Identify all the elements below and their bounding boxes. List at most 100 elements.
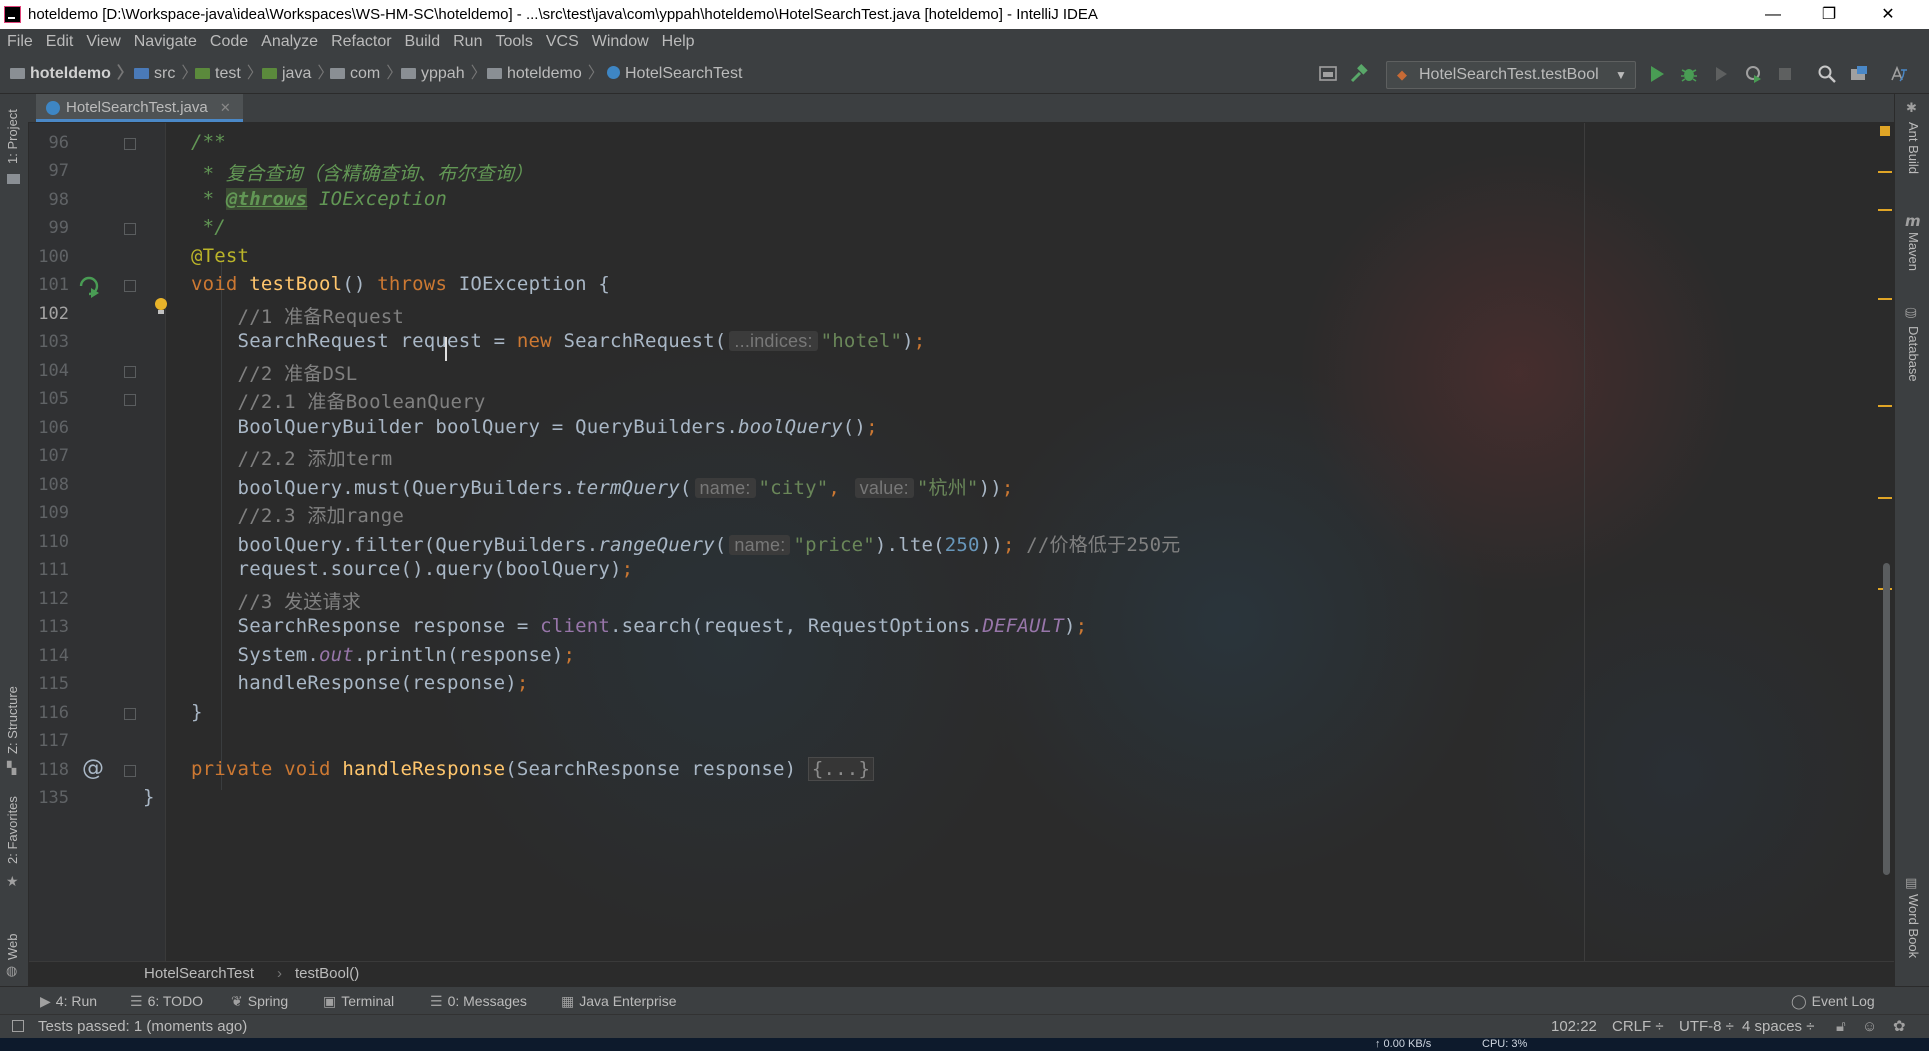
crumb-class[interactable]: HotelSearchTest bbox=[607, 55, 742, 93]
fold-marker-icon[interactable] bbox=[124, 280, 136, 292]
crumb-project[interactable]: hoteldemo 〉 bbox=[10, 55, 133, 93]
menu-file[interactable]: File bbox=[7, 29, 33, 55]
fold-marker-icon[interactable] bbox=[124, 138, 136, 150]
static-method: termQuery bbox=[575, 477, 680, 499]
crumb-test[interactable]: test 〉 bbox=[195, 55, 263, 93]
keyword: void bbox=[191, 273, 250, 295]
run-tool-button[interactable]: ▶ 4: Run bbox=[40, 987, 97, 1015]
run-with-coverage-icon[interactable] bbox=[1711, 64, 1731, 84]
indent-selector[interactable]: 4 spaces ÷ bbox=[1742, 1015, 1814, 1039]
warning-marker[interactable] bbox=[1878, 405, 1892, 407]
crumb-java[interactable]: java 〉 bbox=[262, 55, 333, 93]
menu-code[interactable]: Code bbox=[210, 29, 248, 55]
favorites-tool-tab[interactable]: 2: Favorites bbox=[5, 796, 20, 864]
fold-marker-icon[interactable] bbox=[124, 708, 136, 720]
doc-comment: */ bbox=[191, 216, 226, 238]
menu-window[interactable]: Window bbox=[592, 29, 649, 55]
debug-icon[interactable] bbox=[1679, 64, 1699, 84]
run-config-icon: ◆ bbox=[1397, 67, 1407, 82]
project-view-icon[interactable] bbox=[1849, 64, 1869, 84]
star-icon: ★ bbox=[6, 874, 19, 890]
menu-analyze[interactable]: Analyze bbox=[261, 29, 318, 55]
override-at-icon[interactable]: @ bbox=[82, 756, 104, 781]
menu-refactor[interactable]: Refactor bbox=[331, 29, 391, 55]
web-globe-icon: ◍ bbox=[6, 964, 18, 979]
run-test-gutter-icon[interactable] bbox=[77, 274, 101, 298]
fold-expand-icon[interactable] bbox=[124, 765, 136, 777]
line-number: 117 bbox=[38, 731, 69, 751]
parameter-hint: name: bbox=[694, 478, 756, 498]
inspector-icon[interactable]: ☺ bbox=[1862, 1015, 1877, 1039]
menu-run[interactable]: Run bbox=[453, 29, 482, 55]
project-tool-tab[interactable]: 1: Project bbox=[5, 109, 20, 164]
encoding-selector[interactable]: UTF-8 ÷ bbox=[1679, 1015, 1734, 1039]
vertical-scrollbar[interactable] bbox=[1883, 563, 1890, 875]
search-icon[interactable] bbox=[1817, 64, 1837, 84]
run-icon[interactable] bbox=[1647, 64, 1667, 84]
line-number: 108 bbox=[38, 475, 69, 495]
right-tool-strip: ✱ Ant Build m Maven ⛁ Database ▤ Word Bo… bbox=[1894, 94, 1929, 986]
intention-bulb-icon[interactable] bbox=[153, 297, 169, 317]
folded-region[interactable]: {...} bbox=[807, 757, 875, 781]
ant-build-tool-tab[interactable]: Ant Build bbox=[1906, 122, 1921, 174]
caret-position[interactable]: 102:22 bbox=[1551, 1015, 1597, 1039]
crumb-hoteldemo-package[interactable]: hoteldemo 〉 bbox=[487, 55, 604, 93]
run-configuration-selector[interactable]: ◆ HotelSearchTest.testBool ▼ bbox=[1386, 61, 1636, 89]
web-tool-tab[interactable]: Web bbox=[5, 934, 20, 961]
crumb-com[interactable]: com 〉 bbox=[330, 55, 402, 93]
todo-tool-button[interactable]: ☰ 6: TODO bbox=[130, 987, 203, 1015]
memory-indicator-icon[interactable]: ✿ bbox=[1893, 1015, 1906, 1039]
menu-navigate[interactable]: Navigate bbox=[134, 29, 197, 55]
project-structure-icon[interactable] bbox=[1318, 64, 1338, 84]
close-tab-icon[interactable]: ✕ bbox=[220, 100, 231, 115]
database-tool-tab[interactable]: Database bbox=[1906, 326, 1921, 382]
tab-hotelsearchtest[interactable]: HotelSearchTest.java ✕ bbox=[36, 94, 243, 122]
code-text: SearchRequest request = bbox=[191, 330, 517, 352]
stop-icon[interactable] bbox=[1775, 64, 1795, 84]
status-message[interactable]: Tests passed: 1 (moments ago) bbox=[38, 1015, 247, 1039]
fold-marker-icon[interactable] bbox=[124, 223, 136, 235]
crumb-yppah[interactable]: yppah 〉 bbox=[401, 55, 487, 93]
breadcrumb-method[interactable]: testBool() bbox=[295, 962, 359, 986]
spring-tool-button[interactable]: ❦ Spring bbox=[231, 987, 288, 1015]
build-hammer-icon[interactable] bbox=[1349, 64, 1369, 84]
warning-status-icon[interactable] bbox=[1880, 126, 1890, 136]
warning-marker[interactable] bbox=[1878, 171, 1892, 173]
menu-edit[interactable]: Edit bbox=[46, 29, 74, 55]
navigation-bar: hoteldemo 〉 src 〉 test 〉 java 〉 com 〉 yppah 〉 … bbox=[0, 55, 1929, 94]
fold-marker-icon[interactable] bbox=[124, 394, 136, 406]
menu-vcs[interactable]: VCS bbox=[546, 29, 579, 55]
event-log-button[interactable]: ◯ Event Log bbox=[1791, 987, 1875, 1015]
code-line: } bbox=[143, 786, 155, 808]
string-literal: "city" bbox=[758, 477, 829, 499]
warning-marker[interactable] bbox=[1878, 209, 1892, 211]
warning-marker[interactable] bbox=[1878, 298, 1892, 300]
maven-tool-tab[interactable]: Maven bbox=[1906, 232, 1921, 271]
menu-help[interactable]: Help bbox=[662, 29, 695, 55]
menu-view[interactable]: View bbox=[86, 29, 120, 55]
warning-marker[interactable] bbox=[1878, 497, 1892, 499]
minimize-button[interactable]: — bbox=[1745, 0, 1801, 29]
line-number: 101 bbox=[38, 275, 69, 295]
tool-windows-toggle-icon[interactable] bbox=[12, 1020, 24, 1032]
code-line: boolQuery.filter(QueryBuilders.rangeQuer… bbox=[191, 530, 1181, 557]
close-window-button[interactable]: ✕ bbox=[1860, 0, 1916, 29]
code-editor[interactable]: 96 97 98 99 100 101 102 103 104 105 106 … bbox=[29, 123, 1894, 961]
line-separator-selector[interactable]: CRLF ÷ bbox=[1612, 1015, 1664, 1039]
translate-icon[interactable] bbox=[1889, 64, 1909, 84]
messages-tool-button[interactable]: ☰ 0: Messages bbox=[430, 987, 527, 1015]
terminal-tool-button[interactable]: ▣ Terminal bbox=[323, 987, 394, 1015]
string-literal: "杭州" bbox=[916, 477, 979, 499]
menu-tools[interactable]: Tools bbox=[495, 29, 532, 55]
fold-marker-icon[interactable] bbox=[124, 366, 136, 378]
breadcrumb-class[interactable]: HotelSearchTest bbox=[144, 962, 254, 986]
java-enterprise-tool-button[interactable]: ▦ Java Enterprise bbox=[561, 987, 677, 1015]
menu-build[interactable]: Build bbox=[405, 29, 441, 55]
profile-icon[interactable] bbox=[1743, 64, 1763, 84]
structure-tool-tab[interactable]: Z: Structure bbox=[5, 686, 20, 754]
maximize-button[interactable]: ❐ bbox=[1801, 0, 1857, 29]
lock-icon[interactable]: 🔓︎ bbox=[1836, 1015, 1846, 1039]
word-book-tool-tab[interactable]: Word Book bbox=[1906, 894, 1921, 958]
code-text: boolQuery.filter(QueryBuilders. bbox=[191, 534, 599, 556]
crumb-src[interactable]: src 〉 bbox=[134, 55, 197, 93]
